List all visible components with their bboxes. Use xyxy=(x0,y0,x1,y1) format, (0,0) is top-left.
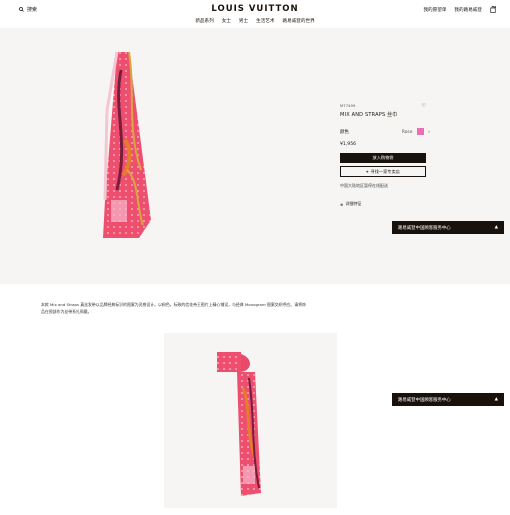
product-price: ¥1,956 xyxy=(340,142,357,147)
find-in-store-label: 寻找一家专卖店 xyxy=(370,168,400,174)
nav-item-living[interactable]: 生活艺术 xyxy=(256,18,274,24)
scarf-tied-image[interactable] xyxy=(215,348,265,498)
chat-label: 路易威登中国顾客服务中心 xyxy=(398,225,451,231)
nav-item-world[interactable]: 路易威登的世界 xyxy=(283,18,315,24)
scarf-product-image[interactable] xyxy=(99,50,157,240)
find-in-store-button[interactable]: ⌖ 寻找一家专卖店 xyxy=(340,166,426,177)
header-actions: 我的愿望单 我的路易威登 xyxy=(423,6,496,13)
product-hero xyxy=(0,28,510,284)
delivery-note: 中国大陆地区暂停在线配送 xyxy=(340,183,388,188)
nav-item-women[interactable]: 女士 xyxy=(222,18,231,24)
color-swatch xyxy=(416,128,424,135)
color-selector[interactable]: 颜色 Rose › xyxy=(340,128,430,135)
shopping-bag-icon[interactable] xyxy=(490,6,496,13)
chevron-up-icon: ▲ xyxy=(494,225,498,230)
wishlist-link[interactable]: 我的愿望单 xyxy=(423,7,446,13)
location-pin-icon: ⌖ xyxy=(366,169,369,174)
color-label: 颜色 xyxy=(340,129,349,135)
customer-service-chat-button[interactable]: 路易威登中国顾客服务中心 ▲ xyxy=(392,221,504,234)
nav-item-men[interactable]: 男士 xyxy=(239,18,248,24)
product-description: 本款 Mix and Straps 真丝发带以品牌经典标识的图案为灵感设计。以粉… xyxy=(41,302,306,314)
product-title: MIX AND STRAPS 丝巾 xyxy=(340,112,398,118)
main-nav: 新品系列 女士 男士 生活艺术 路易威登的世界 xyxy=(0,18,510,24)
product-sku: M77499 xyxy=(340,103,356,108)
color-value: Rose xyxy=(401,130,413,135)
nav-item-new[interactable]: 新品系列 xyxy=(195,18,213,24)
product-details-link[interactable]: ⊕ 详细特征 xyxy=(340,201,430,207)
chevron-up-icon-2: ▲ xyxy=(494,397,498,402)
add-to-cart-button[interactable]: 放入购物袋 xyxy=(340,153,426,163)
chevron-right-icon: › xyxy=(428,130,430,135)
chat-label-2: 路易威登中国顾客服务中心 xyxy=(398,397,451,403)
product-info-panel: M77499 ♡ MIX AND STRAPS 丝巾 颜色 Rose › ¥1,… xyxy=(340,103,430,207)
heart-icon[interactable]: ♡ xyxy=(422,103,426,109)
account-link[interactable]: 我的路易威登 xyxy=(454,7,482,13)
details-label: 详细特征 xyxy=(345,201,362,206)
customer-service-chat-button-2[interactable]: 路易威登中国顾客服务中心 ▲ xyxy=(392,393,504,406)
plus-icon: ⊕ xyxy=(340,201,344,207)
site-header: 搜索 LOUIS VUITTON 新品系列 女士 男士 生活艺术 路易威登的世界… xyxy=(0,0,510,28)
